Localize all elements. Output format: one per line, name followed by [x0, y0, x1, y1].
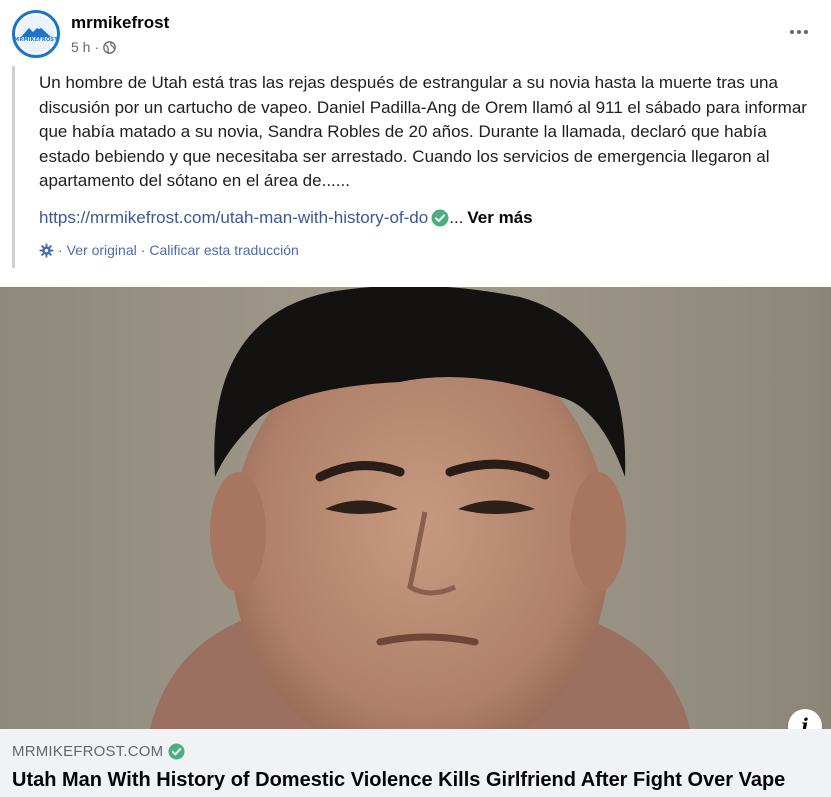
translation-bar: · Ver original · Calificar esta traducci… [39, 242, 299, 258]
dot-icon [797, 30, 801, 34]
more-options-button[interactable] [784, 20, 814, 44]
mountain-icon [21, 26, 51, 37]
view-original-link[interactable]: Ver original [67, 242, 137, 258]
avatar-label: MRMIKEFROST [14, 37, 58, 43]
verified-check-icon [431, 209, 449, 227]
rate-translation-link[interactable]: Calificar esta traducción [149, 242, 298, 258]
meta-separator: · [94, 39, 100, 55]
verified-check-icon [168, 743, 185, 760]
link-title[interactable]: Utah Man With History of Domestic Violen… [12, 769, 827, 792]
dot-icon [790, 30, 794, 34]
globe-icon [103, 40, 116, 54]
post-link-line: https://mrmikefrost.com/utah-man-with-hi… [39, 206, 533, 230]
post-text: Un hombre de Utah está tras las rejas de… [39, 73, 807, 191]
link-domain: MRMIKEFROST.COM [12, 743, 164, 760]
see-more-button[interactable]: Ver más [467, 206, 532, 230]
post-time[interactable]: 5 h [71, 39, 90, 55]
gear-icon [39, 242, 54, 258]
link-preview-card[interactable]: MRMIKEFROST.COM Utah Man With History of… [0, 729, 831, 797]
link-preview-image[interactable]: i [0, 287, 831, 729]
avatar-logo: MRMIKEFROST [14, 15, 58, 53]
mugshot-photo [0, 287, 831, 729]
post-meta: 5 h · [71, 39, 116, 55]
truncation-ellipsis: ... [449, 208, 464, 227]
post-body: Un hombre de Utah está tras las rejas de… [12, 66, 815, 268]
translation-separator: · [140, 242, 146, 258]
link-domain-row: MRMIKEFROST.COM [12, 743, 185, 760]
avatar[interactable]: MRMIKEFROST [12, 10, 60, 58]
post-header: MRMIKEFROST mrmikefrost 5 h · [0, 0, 831, 62]
post-link[interactable]: https://mrmikefrost.com/utah-man-with-hi… [39, 206, 428, 230]
author-name[interactable]: mrmikefrost [71, 13, 169, 33]
translation-separator: · [58, 242, 63, 258]
dot-icon [804, 30, 808, 34]
